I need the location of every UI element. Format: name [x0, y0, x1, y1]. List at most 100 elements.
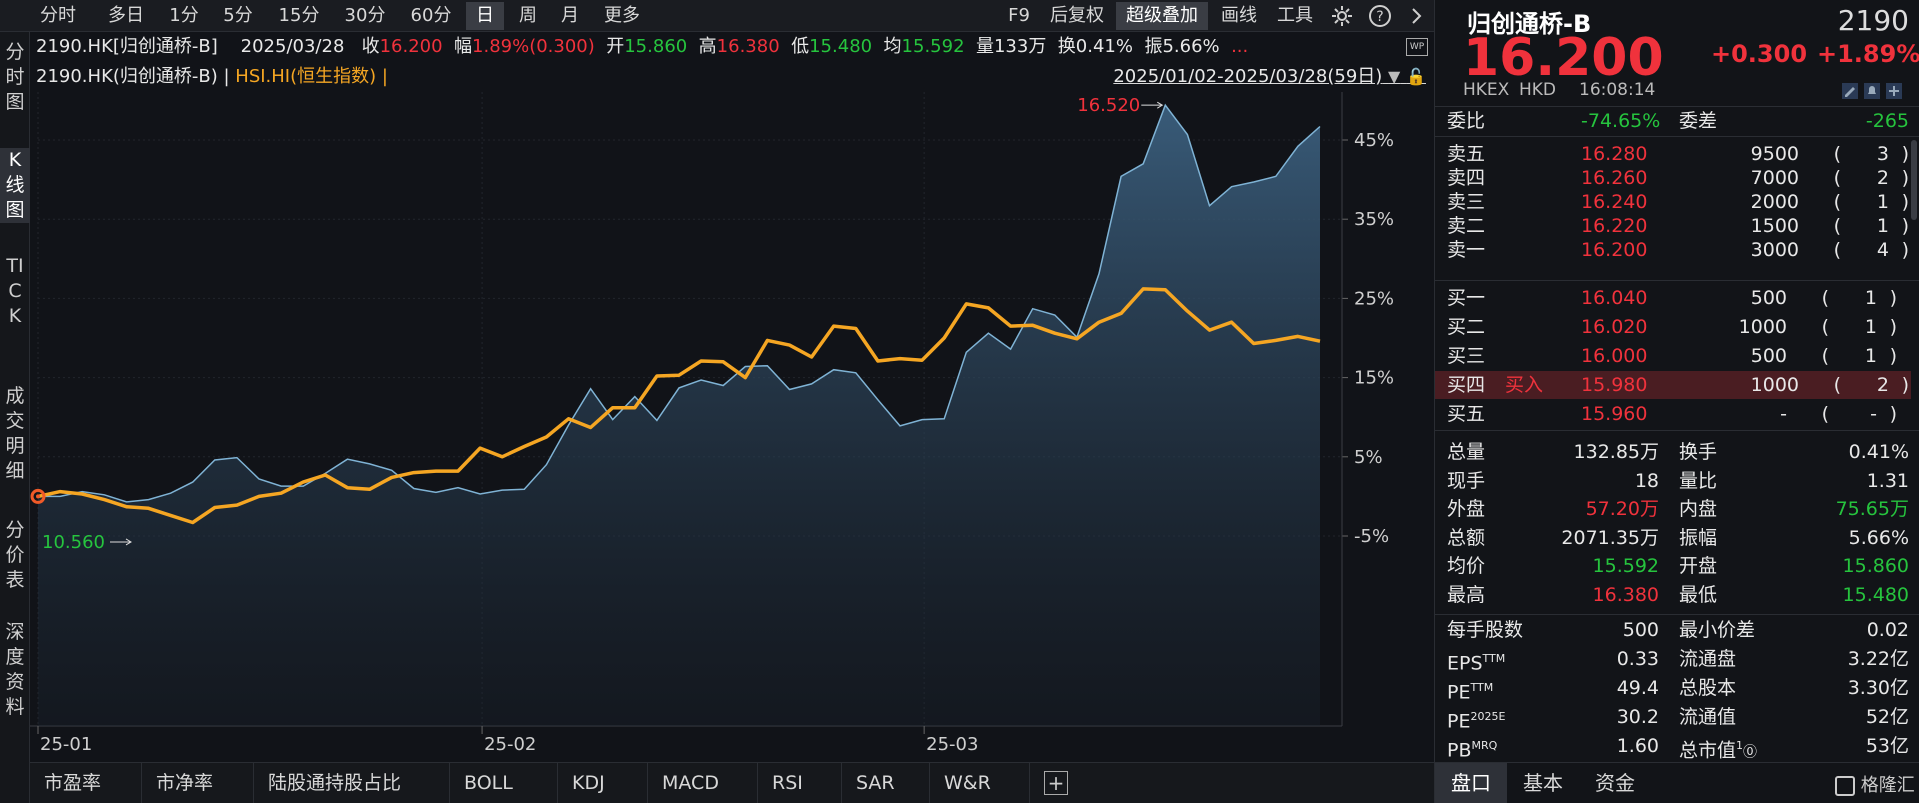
side-tab-price-volume[interactable]: 分价表: [0, 518, 30, 593]
brand-logo: 格隆汇: [1835, 771, 1915, 797]
y-tick-label: 5%: [1354, 447, 1383, 468]
tab-timeframe-5min[interactable]: 5分: [216, 2, 260, 30]
alert-icon[interactable]: [1863, 82, 1881, 100]
mktcap-note: 1: [1736, 739, 1744, 752]
side-tab-tick[interactable]: TICK: [0, 254, 30, 329]
fundamental-row: PE2025E 30.2 流通值 52亿: [1447, 703, 1911, 732]
add-watchlist-icon[interactable]: [1885, 82, 1903, 100]
fund-label: PBMRQ: [1447, 739, 1498, 762]
overlay-chart[interactable]: 45% 35% 25% 15% 5% -5% 25-01 25-02 25-03 16.520 1…: [30, 32, 1434, 762]
super-overlay-button[interactable]: 超级叠加: [1116, 2, 1208, 30]
fundamental-row: PBMRQ 1.60 总市值1⓪ 53亿: [1447, 732, 1911, 761]
bid-price: 16.040: [1581, 287, 1648, 309]
add-indicator-button[interactable]: +: [1044, 771, 1068, 795]
paren-open: (: [1833, 374, 1841, 396]
tab-timeframe-60min[interactable]: 60分: [404, 2, 458, 30]
tab-timeframe-30min[interactable]: 30分: [338, 2, 392, 30]
tab-indicator-rsi[interactable]: RSI: [758, 763, 842, 803]
y-tick-label: 35%: [1354, 209, 1394, 230]
tab-timeframe-intraday[interactable]: 分时: [34, 2, 82, 30]
edit-icon[interactable]: [1841, 82, 1859, 100]
tab-capital[interactable]: 资金: [1579, 763, 1651, 803]
tab-timeframe-week[interactable]: 周: [510, 2, 546, 30]
stat-label: 最低: [1679, 584, 1718, 606]
commission-ratio: -74.65%: [1581, 110, 1661, 132]
fund-label: 每手股数: [1447, 619, 1524, 641]
bid-price: 16.000: [1581, 345, 1648, 367]
fund-label: 流通盘: [1679, 648, 1737, 670]
tab-timeframe-multiday[interactable]: 多日: [100, 2, 152, 30]
side-tab-label: 分价表: [5, 519, 25, 591]
stat-value: 15.480: [1842, 584, 1909, 606]
bid-volume: 500: [1750, 287, 1787, 309]
bid-level: 买四: [1447, 374, 1486, 396]
side-tab-intraday[interactable]: 分时图: [0, 40, 30, 115]
bid-price: 16.020: [1581, 316, 1648, 338]
tools-button[interactable]: 工具: [1270, 2, 1320, 30]
bid-row[interactable]: 买一 16.040 500 (1): [1447, 284, 1911, 312]
side-tab-depth[interactable]: 深度资料: [0, 620, 30, 720]
y-tick-label: 45%: [1354, 130, 1394, 151]
tab-timeframe-more[interactable]: 更多: [594, 2, 650, 30]
currency: HKD: [1519, 80, 1557, 100]
tab-indicator-kdj[interactable]: KDJ: [558, 763, 648, 803]
fund-label: 最小价差: [1679, 619, 1756, 641]
tab-timeframe-month[interactable]: 月: [552, 2, 588, 30]
paren-open: (: [1821, 316, 1829, 338]
side-tab-trades[interactable]: 成交明细: [0, 384, 30, 484]
stat-label: 换手: [1679, 441, 1718, 463]
side-tab-label: TICK: [6, 255, 24, 327]
bid-row[interactable]: 买五 15.960 - (-): [1447, 400, 1911, 428]
f9-button[interactable]: F9: [1002, 2, 1036, 30]
low-price-label: 10.560: [42, 532, 105, 553]
chevron-right-icon[interactable]: [1404, 4, 1428, 28]
tab-indicator-northbound[interactable]: 陆股通持股占比: [254, 763, 450, 803]
currency-info-icon[interactable]: ⓪: [1743, 744, 1757, 760]
stats-row: 均价 15.592 开盘 15.860: [1447, 552, 1911, 580]
fund-value: 0.33: [1616, 648, 1659, 670]
bid-row[interactable]: 买三 16.000 500 (1): [1447, 342, 1911, 370]
fund-value: 1.60: [1616, 735, 1659, 757]
stats-row: 总额 2071.35万 振幅 5.66%: [1447, 524, 1911, 552]
tab-order-book[interactable]: 盘口: [1435, 763, 1507, 803]
paren-open: (: [1821, 287, 1829, 309]
gear-icon[interactable]: [1330, 4, 1354, 28]
bid-row[interactable]: 买四 买入 15.980 1000 (2): [1435, 371, 1911, 399]
help-icon[interactable]: ?: [1368, 4, 1392, 28]
side-tab-label: 分时图: [5, 41, 25, 113]
bid-buy-tag: 买入: [1505, 374, 1544, 396]
fund-label-suffix: 2025E: [1470, 710, 1506, 723]
indicator-tabs: 市盈率 市净率 陆股通持股占比 BOLL KDJ MACD RSI SAR W&…: [30, 762, 1434, 803]
adjust-button[interactable]: 后复权: [1042, 2, 1112, 30]
fund-label: 总股本: [1679, 677, 1737, 699]
fund-label: EPSTTM: [1447, 652, 1506, 675]
commission-diff: -265: [1865, 110, 1909, 132]
tab-timeframe-day[interactable]: 日: [466, 2, 504, 30]
bid-count: 1: [1864, 316, 1877, 338]
tab-timeframe-15min[interactable]: 15分: [272, 2, 326, 30]
bid-row[interactable]: 买二 16.020 1000 (1): [1447, 313, 1911, 341]
tab-indicator-macd[interactable]: MACD: [648, 763, 758, 803]
stat-value: 57.20万: [1585, 498, 1659, 521]
stats-row: 现手 18 量比 1.31: [1447, 467, 1911, 495]
fund-label: 流通值: [1679, 706, 1737, 728]
tab-indicator-boll[interactable]: BOLL: [450, 763, 558, 803]
tab-basic[interactable]: 基本: [1507, 763, 1579, 803]
draw-line-button[interactable]: 画线: [1214, 2, 1264, 30]
tab-timeframe-1min[interactable]: 1分: [164, 2, 204, 30]
panel-bottom-tabs: 盘口 基本 资金 格隆汇: [1435, 762, 1919, 803]
tab-indicator-pb[interactable]: 市净率: [142, 763, 254, 803]
tab-indicator-pe[interactable]: 市盈率: [30, 763, 142, 803]
tab-indicator-wr[interactable]: W&R: [930, 763, 1030, 803]
scrollbar[interactable]: [1911, 140, 1917, 220]
side-tab-kline[interactable]: K线图: [0, 148, 30, 223]
stats-row: 总量 132.85万 换手 0.41%: [1447, 438, 1911, 466]
bid-count: 1: [1864, 287, 1877, 309]
ask-row[interactable]: 卖一 16.200 3000 (4): [1447, 236, 1911, 264]
bid-price: 15.980: [1581, 374, 1648, 396]
kline-chart-panel: 2190.HK[归创通桥-B] 2025/03/28 收16.200 幅1.89…: [30, 32, 1434, 762]
fundamental-row: PETTM 49.4 总股本 3.30亿: [1447, 674, 1911, 703]
bid-volume: -: [1780, 403, 1787, 425]
tab-indicator-sar[interactable]: SAR: [842, 763, 930, 803]
stat-label: 均价: [1447, 555, 1486, 578]
